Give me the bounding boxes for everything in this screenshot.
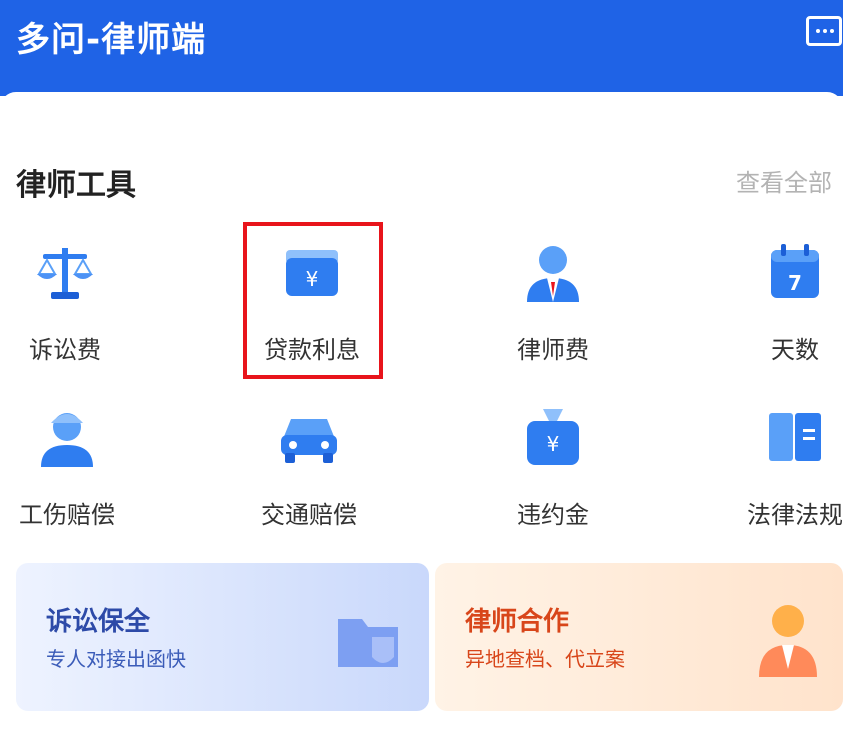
svg-text:¥: ¥ — [547, 432, 560, 456]
app-title: 多问-律师端 — [16, 20, 207, 60]
money-bag-icon: ¥ — [527, 409, 579, 465]
lawyer-avatar-icon — [759, 605, 817, 677]
promo-subtitle: 异地查档、代立案 — [465, 647, 625, 671]
tool-laws-regulations[interactable]: 法律法规 — [715, 405, 843, 545]
folder-shield-icon — [338, 619, 398, 667]
tool-litigation-fee[interactable]: 诉讼费 — [0, 240, 145, 380]
view-all-link[interactable]: 查看全部 — [736, 163, 832, 198]
section-title: 律师工具 — [16, 168, 136, 203]
lawyer-icon — [527, 246, 579, 302]
scale-icon — [37, 248, 93, 299]
tool-label: 律师费 — [517, 336, 589, 364]
tool-label: 诉讼费 — [29, 336, 101, 364]
law-book-icon — [769, 413, 821, 461]
svg-text:7: 7 — [788, 271, 802, 295]
tool-work-injury[interactable]: 工伤赔偿 — [0, 405, 147, 545]
promo-subtitle: 专人对接出函快 — [46, 647, 186, 671]
promo-title: 律师合作 — [465, 607, 570, 637]
highlight-box — [243, 222, 383, 379]
tool-label: 违约金 — [517, 501, 589, 529]
tool-label: 天数 — [771, 336, 819, 364]
tool-penalty[interactable]: ¥ 违约金 — [473, 405, 633, 545]
tool-lawyer-fee[interactable]: 律师费 — [473, 240, 633, 380]
tool-traffic-compensation[interactable]: 交通赔偿 — [229, 405, 389, 545]
calendar-icon: 7 — [771, 244, 819, 298]
promo-litigation-preservation[interactable]: 诉讼保全 专人对接出函快 — [16, 563, 429, 711]
promo-lawyer-cooperation[interactable]: 律师合作 异地查档、代立案 — [435, 563, 843, 711]
tool-days[interactable]: 7 天数 — [715, 240, 843, 380]
tool-label: 法律法规 — [747, 501, 843, 529]
tool-label: 工伤赔偿 — [19, 501, 115, 529]
chat-bubble-icon[interactable] — [806, 16, 842, 46]
app-header: 多问-律师端 — [0, 0, 843, 96]
car-icon — [281, 419, 337, 463]
tool-label: 交通赔偿 — [261, 501, 357, 529]
worker-icon — [41, 413, 93, 467]
promo-title: 诉讼保全 — [46, 607, 151, 637]
